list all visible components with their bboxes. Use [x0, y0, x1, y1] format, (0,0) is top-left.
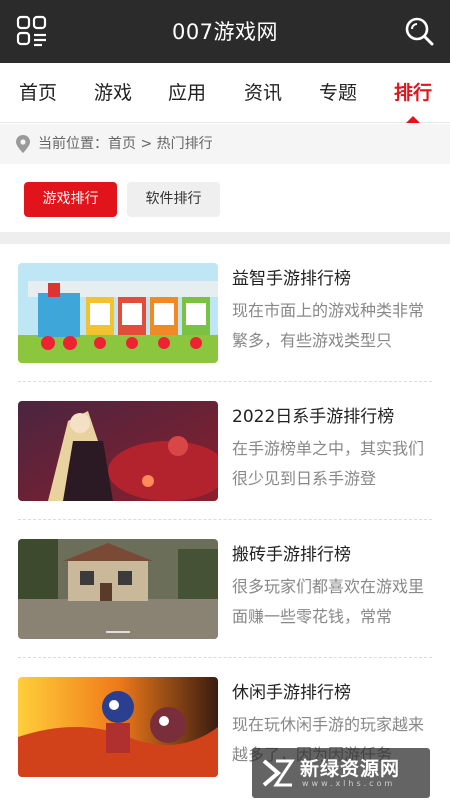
tab-home[interactable]: 首页	[8, 63, 68, 123]
tab-news[interactable]: 资讯	[233, 63, 293, 123]
item-title[interactable]: 搬砖手游排行榜	[232, 540, 351, 565]
app-header: 007游戏网	[0, 0, 450, 63]
list-item[interactable]: 2022日系手游排行榜 在手游榜单之中，其实我们很少见到日系手游登	[0, 382, 450, 520]
tab-rankings[interactable]: 排行	[383, 63, 443, 123]
tab-apps[interactable]: 应用	[157, 63, 217, 123]
puzzle-train-thumbnail[interactable]	[18, 263, 218, 363]
anime-girl-thumbnail[interactable]	[18, 401, 218, 501]
rank-type-tabs: 游戏排行 软件排行	[0, 164, 450, 232]
breadcrumb: 当前位置：首页 > 热门排行	[0, 124, 450, 164]
watermark: 新绿资源网 www.xlhs.com	[252, 748, 430, 798]
category-nav: 首页 游戏 应用 资讯 专题 排行	[0, 63, 450, 123]
search-icon[interactable]	[404, 16, 434, 46]
software-rank-button[interactable]: 软件排行	[127, 182, 220, 217]
site-title: 007游戏网	[171, 20, 279, 44]
list-item[interactable]: 益智手游排行榜 现在市面上的游戏种类非常繁多，有些游戏类型只	[0, 244, 450, 382]
runner-game-thumbnail[interactable]	[18, 677, 218, 777]
item-title[interactable]: 益智手游排行榜	[232, 264, 351, 289]
watermark-url: www.xlhs.com	[302, 779, 396, 788]
item-description: 现在市面上的游戏种类非常繁多，有些游戏类型只	[232, 301, 425, 350]
section-divider	[0, 232, 450, 244]
location-pin-icon	[16, 135, 30, 153]
breadcrumb-text: 当前位置：首页 > 热门排行	[38, 136, 213, 152]
item-description: 很多玩家们都喜欢在游戏里面赚一些零花钱，常常	[232, 577, 425, 626]
watermark-text: 新绿资源网	[300, 758, 401, 780]
item-title[interactable]: 2022日系手游排行榜	[232, 402, 394, 427]
watermark-logo-icon	[262, 759, 295, 787]
tab-games[interactable]: 游戏	[83, 63, 143, 123]
game-rank-button[interactable]: 游戏排行	[24, 182, 117, 217]
active-tab-indicator	[406, 116, 420, 123]
item-description: 在手游榜单之中，其实我们很少见到日系手游登	[232, 439, 425, 488]
house-scene-thumbnail[interactable]	[18, 539, 218, 639]
list-item[interactable]: 搬砖手游排行榜 很多玩家们都喜欢在游戏里面赚一些零花钱，常常	[0, 520, 450, 658]
item-title[interactable]: 休闲手游排行榜	[232, 678, 351, 703]
tab-topics[interactable]: 专题	[308, 63, 368, 123]
